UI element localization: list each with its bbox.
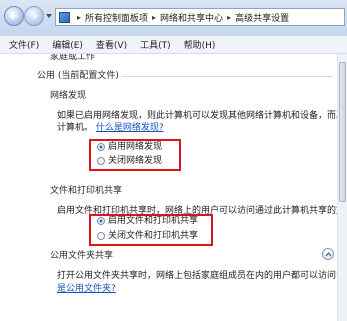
- forward-arrow-icon: [31, 12, 39, 20]
- file-printer-sharing-title: 文件和打印机共享: [50, 186, 123, 196]
- breadcrumb-network-sharing-center[interactable]: 网络和共享中心: [160, 11, 223, 24]
- forward-button[interactable]: [24, 6, 44, 26]
- network-discovery-off-option[interactable]: 关闭网络发现: [97, 155, 162, 167]
- menu-help[interactable]: 帮助(H): [184, 38, 216, 51]
- file-printer-sharing-on-label: 启用文件和打印机共享: [108, 216, 199, 226]
- chevron-right-icon[interactable]: ▸: [77, 13, 81, 22]
- public-folder-sharing-description-cont: 是公用文件夹?: [57, 283, 116, 295]
- radio-selected-icon[interactable]: [97, 216, 105, 225]
- menu-bar: 文件(F) 编辑(E) 查看(V) 工具(T) 帮助(H): [0, 36, 347, 54]
- network-discovery-on-label: 启用网络发现: [108, 142, 163, 152]
- network-discovery-description-cont: 计算机。 什么是网络发现?: [57, 122, 164, 134]
- control-panel-icon: [59, 11, 70, 23]
- profile-public-title: 公用 (当前配置文件): [37, 71, 119, 81]
- vertical-scrollbar[interactable]: [337, 54, 347, 321]
- network-discovery-off-label: 关闭网络发现: [108, 156, 163, 166]
- file-printer-sharing-off-option[interactable]: 关闭文件和打印机共享: [97, 230, 198, 242]
- menu-view[interactable]: 查看(V): [96, 38, 127, 51]
- profile-divider: [122, 76, 332, 77]
- radio-unselected-icon[interactable]: [97, 231, 105, 240]
- expand-section-button[interactable]: [322, 248, 334, 260]
- settings-content: 家庭或工作 公用 (当前配置文件) 网络发现 如果已启用网络发现，则此计算机可以…: [0, 54, 347, 321]
- menu-file[interactable]: 文件(F): [9, 38, 39, 51]
- radio-selected-icon[interactable]: [97, 142, 105, 151]
- public-folder-sharing-description: 打开公用文件夹共享时，网络上包括家庭组成员在内的用户都可以访问公用文: [57, 271, 347, 281]
- network-discovery-help-link[interactable]: 什么是网络发现?: [96, 123, 164, 133]
- menu-edit[interactable]: 编辑(E): [52, 38, 83, 51]
- chevron-right-icon[interactable]: ▸: [152, 13, 156, 22]
- back-arrow-icon: [9, 12, 17, 20]
- file-printer-sharing-off-label: 关闭文件和打印机共享: [108, 231, 199, 241]
- profile-home-or-work-label: 家庭或工作: [50, 54, 96, 62]
- file-printer-sharing-on-option[interactable]: 启用文件和打印机共享: [97, 215, 198, 227]
- chevron-up-icon: [325, 252, 332, 257]
- chevron-right-icon[interactable]: ▸: [227, 13, 231, 22]
- address-bar-row: ▸ 所有控制面板项 ▸ 网络和共享中心 ▸ 高级共享设置: [0, 0, 347, 37]
- breadcrumb-all-control-panel-items[interactable]: 所有控制面板项: [85, 11, 148, 24]
- address-box[interactable]: ▸ 所有控制面板项 ▸ 网络和共享中心 ▸ 高级共享设置: [55, 8, 345, 26]
- breadcrumb-advanced-sharing-settings[interactable]: 高级共享设置: [235, 11, 289, 24]
- back-button[interactable]: [4, 6, 24, 26]
- public-folder-help-link[interactable]: 是公用文件夹?: [57, 284, 116, 294]
- network-discovery-description-prefix: 计算机。: [57, 123, 94, 133]
- network-discovery-title: 网络发现: [50, 91, 87, 101]
- public-folder-sharing-title: 公用文件夹共享: [50, 251, 114, 261]
- menu-tools[interactable]: 工具(T): [140, 38, 171, 51]
- radio-unselected-icon[interactable]: [97, 156, 105, 165]
- network-discovery-description: 如果已启用网络发现，则此计算机可以发现其他网络计算机和设备，而其他: [57, 111, 347, 121]
- recent-pages-dropdown-icon[interactable]: [46, 14, 52, 18]
- scrollbar-thumb[interactable]: [339, 62, 346, 202]
- network-discovery-on-option[interactable]: 启用网络发现: [97, 141, 162, 153]
